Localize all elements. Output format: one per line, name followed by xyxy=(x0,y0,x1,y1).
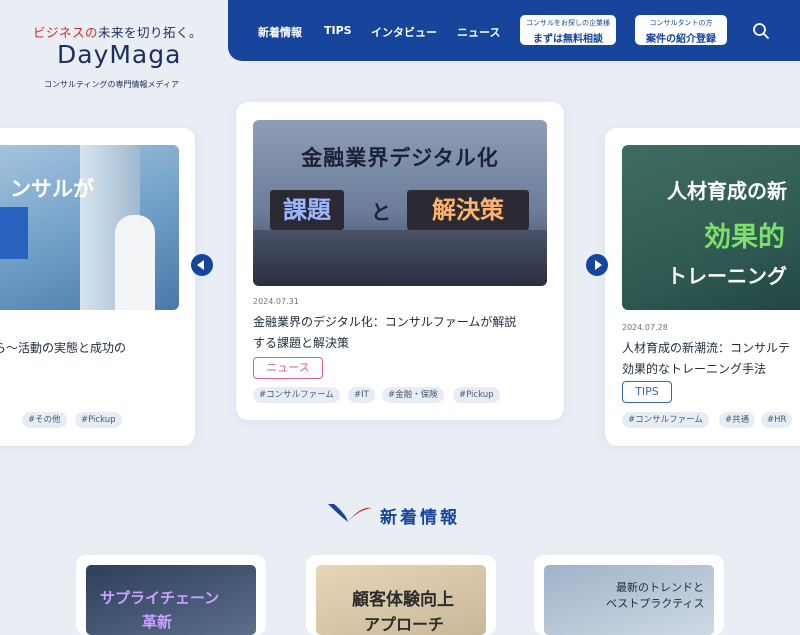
chevron-left-icon xyxy=(197,260,204,270)
article-tag[interactable]: #コンサルファーム xyxy=(253,387,340,403)
latest-article-card[interactable]: サプライチェーン 革新 xyxy=(76,555,266,635)
nav-link-latest[interactable]: 新着情報 xyxy=(258,24,302,40)
article-tag[interactable]: #Pickup xyxy=(75,412,122,428)
article-tag[interactable]: #Pickup xyxy=(453,387,500,403)
article-title-line-2[interactable]: する課題と解決策 xyxy=(253,333,349,354)
consultant-register-label: 案件の紹介登録 xyxy=(646,34,716,45)
article-card-prev[interactable]: ンサルが 場から〜活動の実態と成功の 通 #その他 #Pickup xyxy=(0,128,195,446)
thumbnail-subline: トレーニング xyxy=(667,264,787,288)
brand-tagline: ビジネスの未来を切り拓く。 xyxy=(33,22,202,41)
carousel-prev-button[interactable] xyxy=(191,254,213,276)
article-title-line-1[interactable]: 人材育成の新潮流：コンサルテ xyxy=(622,338,790,359)
brand-name: DayMaga xyxy=(57,40,182,69)
company-consult-caption: コンサルをお探しの企業様 xyxy=(526,19,610,27)
carousel-next-button[interactable] xyxy=(586,254,608,276)
blue-panel xyxy=(0,207,28,259)
chevron-right-icon xyxy=(595,260,602,270)
thumbnail-headline: ンサルが xyxy=(10,177,94,201)
main-nav: 新着情報 TIPS インタビュー ニュース コンサルをお探しの企業様 まずは無料… xyxy=(228,0,800,61)
article-thumbnail: 金融業界デジタル化 課題 と 解決策 xyxy=(253,120,547,286)
thumbnail-headline: 顧客体験向上 xyxy=(352,590,454,610)
thumbnail-headline: 人材育成の新 xyxy=(667,179,787,203)
company-consult-button[interactable]: コンサルをお探しの企業様 まずは無料相談 xyxy=(520,15,616,45)
article-card-next[interactable]: 人材育成の新 効果的 トレーニング 2024.07.28 人材育成の新潮流：コン… xyxy=(605,128,800,446)
article-card-current[interactable]: 金融業界デジタル化 課題 と 解決策 2024.07.31 金融業界のデジタル化… xyxy=(236,102,564,420)
nav-link-tips[interactable]: TIPS xyxy=(324,24,352,37)
nav-link-news[interactable]: ニュース xyxy=(457,24,500,40)
thumbnail-subline: アプローチ xyxy=(364,615,445,634)
article-title-line-1[interactable]: 金融業界のデジタル化：コンサルファームが解説 xyxy=(253,312,516,333)
brand-subtitle: コンサルティングの専門情報メディア xyxy=(44,80,179,89)
thumbnail-headline: 最新のトレンドと xyxy=(616,581,704,594)
category-badge[interactable]: TIPS xyxy=(622,381,672,403)
article-date: 2024.07.28 xyxy=(622,323,668,332)
category-badge[interactable]: ニュース xyxy=(253,357,323,379)
tagline-rest: 未来を切り拓く。 xyxy=(98,25,203,40)
article-tag[interactable]: #金融・保険 xyxy=(382,387,444,403)
thumbnail-subline: ベストプラクティス xyxy=(606,597,705,610)
thumbnail-keyword-1: 課題 xyxy=(270,190,344,230)
keyboard-shape xyxy=(253,230,547,286)
thumbnail-subline: 革新 xyxy=(142,613,173,631)
section-logo-mark-icon xyxy=(328,504,372,522)
article-tag[interactable]: #HR xyxy=(761,412,793,428)
article-thumbnail: ンサルが xyxy=(0,145,179,310)
article-tag[interactable]: #IT xyxy=(348,387,375,403)
article-tag[interactable]: #共通 xyxy=(719,412,756,428)
site-logo[interactable]: ビジネスの未来を切り拓く。 DayMaga コンサルティングの専門情報メディア xyxy=(0,0,228,100)
thumbnail-keyword: 効果的 xyxy=(704,222,785,253)
tagline-highlight: ビジネスの xyxy=(33,25,99,40)
person-shape xyxy=(115,215,155,310)
thumbnail-connector: と xyxy=(371,200,391,224)
article-title[interactable]: 場から〜活動の実態と成功の xyxy=(0,338,126,359)
article-date: 2024.07.31 xyxy=(253,297,299,306)
thumbnail-headline: サプライチェーン xyxy=(100,589,220,607)
search-icon[interactable] xyxy=(752,22,770,40)
nav-link-interview[interactable]: インタビュー xyxy=(371,24,437,40)
consultant-register-caption: コンサルタントの方 xyxy=(649,19,713,27)
thumbnail-headline: 金融業界デジタル化 xyxy=(301,146,499,170)
section-title: 新着情報 xyxy=(380,508,460,528)
latest-article-card[interactable]: 最新のトレンドと ベストプラクティス xyxy=(534,555,724,635)
article-title-line-2[interactable]: 効果的なトレーニング手法 xyxy=(622,359,766,380)
latest-article-card[interactable]: 顧客体験向上 アプローチ xyxy=(306,555,496,635)
thumbnail-keyword-2: 解決策 xyxy=(407,190,529,230)
article-tag[interactable]: #その他 xyxy=(22,412,67,428)
company-consult-label: まずは無料相談 xyxy=(533,34,603,45)
consultant-register-button[interactable]: コンサルタントの方 案件の紹介登録 xyxy=(635,15,727,45)
article-thumbnail: 人材育成の新 効果的 トレーニング xyxy=(622,145,800,310)
article-tag[interactable]: #コンサルファーム xyxy=(622,412,709,428)
